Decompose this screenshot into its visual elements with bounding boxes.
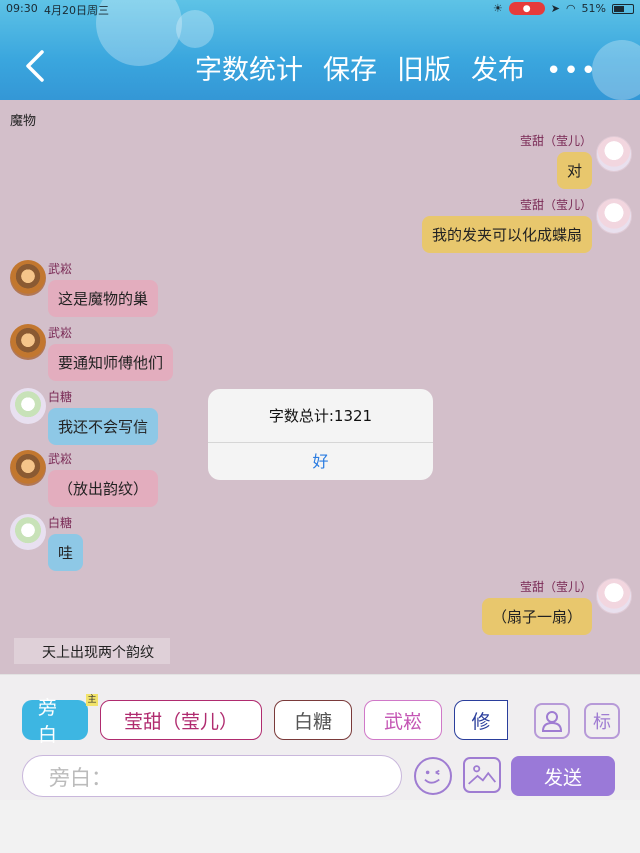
speaker-name: 武崧: [48, 452, 73, 466]
emoji-icon[interactable]: [414, 757, 452, 795]
word-count-alert: 字数总计:1321 好: [208, 389, 433, 480]
status-time: 09:30: [6, 2, 38, 15]
speaker-tab-label: 旁白: [38, 697, 58, 746]
save-button[interactable]: 保存: [323, 48, 377, 87]
speaker-tabs: 旁白 主 莹甜（莹儿） 白糖 武崧 修: [22, 694, 508, 746]
avatar[interactable]: [10, 324, 46, 360]
speaker-name: 白糖: [48, 390, 73, 404]
speaker-name: 武崧: [48, 262, 73, 276]
microphone-icon: ●: [508, 2, 545, 15]
bottom-background: [0, 800, 640, 853]
wifi-icon: ◠: [565, 2, 576, 15]
avatar[interactable]: [10, 514, 46, 550]
battery-percent: 51%: [581, 2, 606, 15]
message-bubble: 哇: [48, 534, 84, 571]
chat-message: 武崧 （放出韵纹）: [48, 450, 159, 507]
person-icon: [541, 711, 563, 732]
speaker-tab-edit[interactable]: 修: [454, 700, 508, 740]
image-icon[interactable]: [463, 757, 501, 793]
status-right: ☀ ● ➤ ◠ 51%: [493, 2, 634, 15]
message-bubble: 这是魔物的巢: [48, 280, 159, 317]
send-button[interactable]: 发送: [511, 756, 615, 796]
avatar[interactable]: [10, 260, 46, 296]
message-input[interactable]: 旁白：: [22, 755, 402, 797]
speaker-tab-wusong[interactable]: 武崧: [364, 700, 442, 740]
chat-message: 白糖 哇: [48, 514, 84, 571]
avatar[interactable]: [596, 578, 632, 614]
person-icon[interactable]: [534, 703, 570, 739]
message-bubble: 我的发夹可以化成蝶扇: [421, 216, 592, 253]
header-nav: 字数统计 保存 旧版 发布: [195, 48, 525, 87]
speaker-name: 莹甜（莹儿）: [519, 580, 592, 594]
chat-area[interactable]: 魔物 莹甜（莹儿） 对 莹甜（莹儿） 我的发夹可以化成蝶扇 武崧 这是魔物的巢 …: [0, 100, 640, 674]
message-bubble: （放出韵纹）: [48, 470, 159, 507]
narration-line: 天上出现两个韵纹: [14, 638, 170, 664]
message-bubble: （扇子一扇）: [481, 598, 592, 635]
chat-message: 莹甜（莹儿） 对: [520, 132, 592, 189]
tag-button[interactable]: 标: [584, 703, 620, 739]
app-header: 09:30 4月20日周三 ☀ ● ➤ ◠ 51% 字数统计 保存 旧版 发布 …: [0, 0, 640, 100]
scene-title: 魔物: [10, 114, 37, 129]
main-badge: 主: [86, 694, 98, 706]
speaker-name: 白糖: [48, 516, 73, 530]
chat-message: 武崧 这是魔物的巢: [48, 260, 159, 317]
speaker-tab-narrator[interactable]: 旁白 主: [22, 694, 98, 746]
avatar[interactable]: [596, 198, 632, 234]
decorative-bubble: [592, 40, 640, 100]
alert-ok-button[interactable]: 好: [208, 443, 433, 480]
publish-button[interactable]: 发布: [471, 48, 525, 87]
speaker-tab-yingtian[interactable]: 莹甜（莹儿）: [100, 700, 262, 740]
avatar[interactable]: [596, 136, 632, 172]
chat-message: 莹甜（莹儿） 我的发夹可以化成蝶扇: [421, 196, 592, 253]
status-bar: 09:30 4月20日周三 ☀ ● ➤ ◠ 51%: [0, 0, 640, 18]
message-bubble: 要通知师傅他们: [48, 344, 174, 381]
chat-message: 莹甜（莹儿） （扇子一扇）: [481, 578, 592, 635]
speaker-name: 莹甜（莹儿）: [519, 134, 592, 148]
chat-message: 白糖 我还不会写信: [48, 388, 159, 445]
avatar[interactable]: [10, 388, 46, 424]
old-version-button[interactable]: 旧版: [397, 48, 451, 87]
status-date: 4月20日周三: [44, 4, 109, 17]
composer-panel: 旁白 主 莹甜（莹儿） 白糖 武崧 修 标 旁白： 发送: [0, 674, 640, 800]
word-count-button[interactable]: 字数统计: [195, 48, 303, 87]
chat-message: 武崧 要通知师傅他们: [48, 324, 174, 381]
speaker-name: 武崧: [48, 326, 73, 340]
message-bubble: 对: [556, 152, 592, 189]
battery-icon: [612, 3, 634, 14]
message-bubble: 我还不会写信: [48, 408, 159, 445]
alert-title: 字数总计:1321: [208, 389, 433, 443]
brightness-icon: ☀: [492, 2, 503, 15]
speaker-tab-baitang[interactable]: 白糖: [274, 700, 352, 740]
avatar[interactable]: [10, 450, 46, 486]
speaker-name: 莹甜（莹儿）: [519, 198, 592, 212]
back-chevron-icon[interactable]: [22, 48, 50, 84]
more-icon[interactable]: •••: [546, 56, 598, 86]
location-icon: ➤: [550, 2, 560, 15]
